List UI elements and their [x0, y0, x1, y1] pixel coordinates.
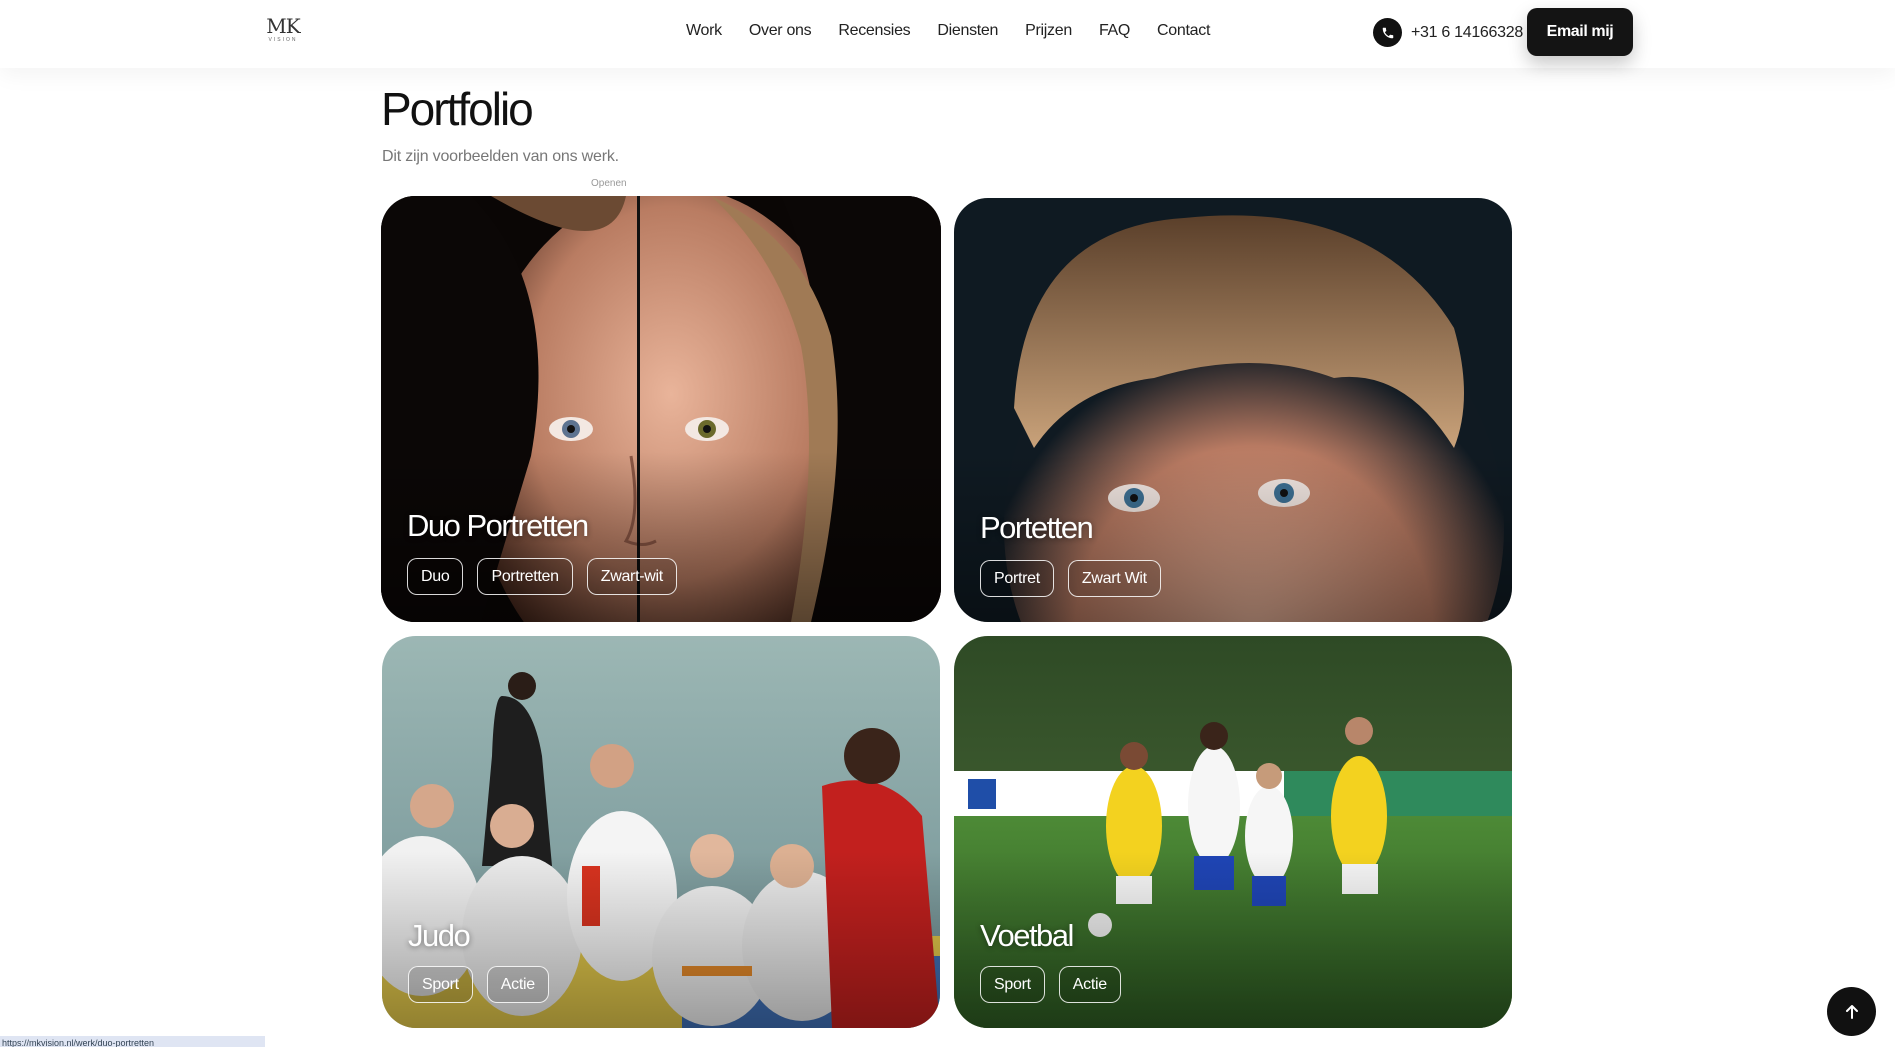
open-hint: Openen — [591, 178, 627, 189]
portfolio-card-portetten[interactable]: Portetten Portret Zwart Wit — [954, 198, 1512, 622]
nav-link-faq[interactable]: FAQ — [1099, 22, 1130, 40]
nav-link-over-ons[interactable]: Over ons — [749, 22, 812, 40]
phone-link[interactable]: +31 6 14166328 — [1373, 18, 1523, 47]
tag[interactable]: Sport — [408, 966, 473, 1003]
nav-link-contact[interactable]: Contact — [1157, 22, 1210, 40]
page-subtitle: Dit zijn voorbeelden van ons werk. — [382, 148, 619, 165]
nav-link-work[interactable]: Work — [686, 22, 722, 40]
site-header: MK VISION Work Over ons Recensies Dienst… — [0, 0, 1895, 68]
card-image — [954, 198, 1512, 622]
phone-icon — [1373, 18, 1402, 47]
arrow-up-icon — [1845, 1004, 1858, 1019]
portfolio-card-duo-portretten[interactable]: Duo Portretten Duo Portretten Zwart-wit — [381, 196, 941, 622]
nav-link-prijzen[interactable]: Prijzen — [1025, 22, 1072, 40]
card-title: Judo — [408, 918, 471, 953]
tag[interactable]: Zwart Wit — [1067, 560, 1161, 597]
portfolio-card-voetbal[interactable]: Voetbal Sport Actie — [954, 636, 1512, 1028]
tag[interactable]: Duo — [407, 558, 464, 595]
email-button[interactable]: Email mij — [1527, 8, 1633, 56]
card-tags: Sport Actie — [408, 966, 563, 1003]
page-title: Portfolio — [381, 83, 534, 135]
tag[interactable]: Sport — [980, 966, 1045, 1003]
tag[interactable]: Actie — [486, 966, 549, 1003]
card-tags: Duo Portretten Zwart-wit — [407, 558, 691, 595]
card-title: Duo Portretten — [407, 508, 589, 543]
scroll-top-button[interactable] — [1827, 987, 1876, 1036]
card-title: Voetbal — [980, 918, 1074, 953]
tag[interactable]: Zwart-wit — [586, 558, 677, 595]
nav-link-recensies[interactable]: Recensies — [838, 22, 910, 40]
portfolio-card-judo[interactable]: Judo Sport Actie — [382, 636, 940, 1028]
tag[interactable]: Actie — [1058, 966, 1121, 1003]
tag[interactable]: Portret — [980, 560, 1054, 597]
status-bar-url: https://mkvision.nl/werk/duo-portretten — [0, 1036, 265, 1047]
card-tags: Sport Actie — [980, 966, 1135, 1003]
card-title: Portetten — [980, 510, 1094, 545]
main-nav: Work Over ons Recensies Diensten Prijzen… — [686, 22, 1210, 40]
nav-link-diensten[interactable]: Diensten — [937, 22, 998, 40]
card-tags: Portret Zwart Wit — [980, 560, 1175, 597]
logo-mark: MK — [266, 14, 300, 38]
tag[interactable]: Portretten — [477, 558, 573, 595]
site-logo[interactable]: MK VISION — [262, 16, 304, 46]
phone-number: +31 6 14166328 — [1411, 23, 1523, 41]
